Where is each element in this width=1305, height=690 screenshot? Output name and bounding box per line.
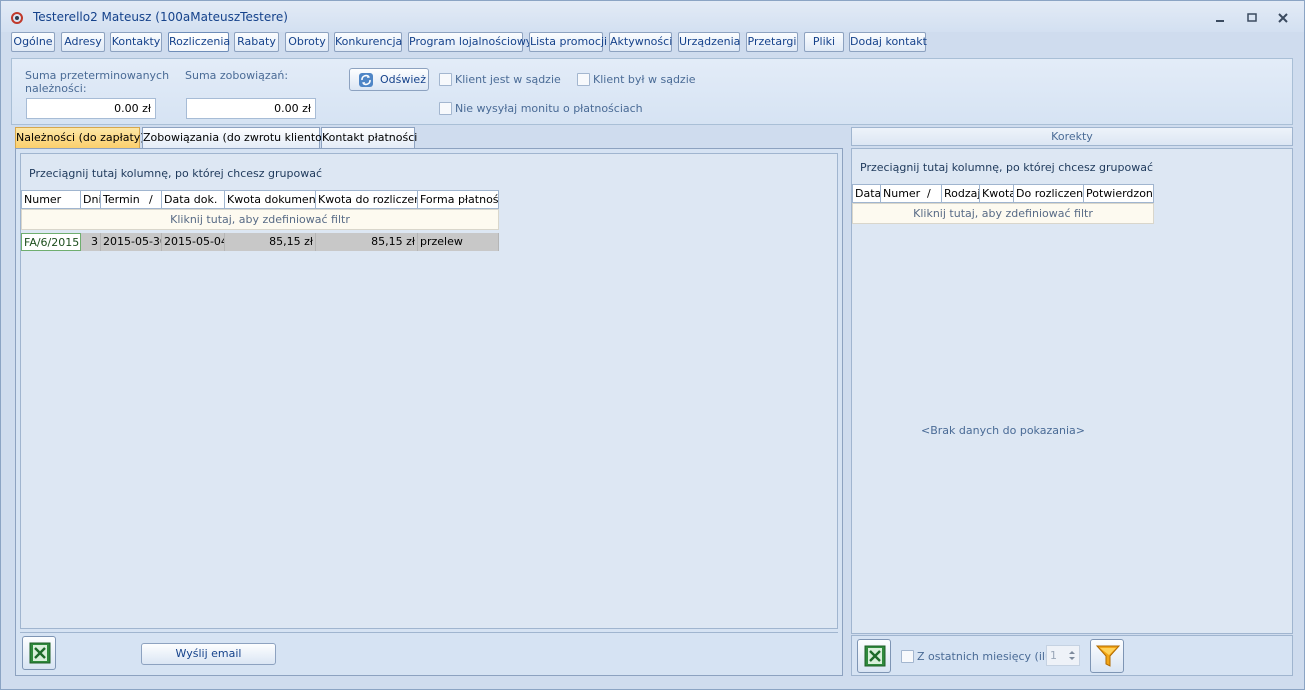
overdue-label-line1: Suma przeterminowanych: [25, 69, 170, 82]
cell-kwota-do-rozliczenia[interactable]: 85,15 zł: [316, 233, 418, 251]
corrections-panel: Korekty Przeciągnij tutaj kolumnę, po kt…: [851, 127, 1293, 676]
receivables-grid-frame: Przeciągnij tutaj kolumnę, po której chc…: [15, 148, 843, 676]
col-kwota[interactable]: Kwota: [979, 184, 1014, 203]
tab-program-lojalnosciowy[interactable]: Program lojalnościowy: [408, 32, 532, 52]
cell-numer[interactable]: FA/6/2015: [21, 233, 81, 251]
export-excel-button[interactable]: [22, 636, 56, 670]
summary-panel: Suma przeterminowanych należności: 0.00 …: [11, 58, 1293, 125]
sort-asc-icon: /: [149, 193, 153, 206]
cell-dni[interactable]: 3: [81, 233, 101, 251]
tab-adresy[interactable]: Adresy: [61, 32, 105, 52]
tab-pliki[interactable]: Pliki: [804, 32, 844, 52]
cell-data-dok[interactable]: 2015-05-04: [162, 233, 225, 251]
cell-kwota-dokumentu[interactable]: 85,15 zł: [225, 233, 316, 251]
no-reminder-label: Nie wysyłaj monitu o płatnościach: [455, 102, 643, 115]
col-kwota-dokumentu[interactable]: Kwota dokumentu: [224, 190, 316, 209]
liabilities-label: Suma zobowiązań:: [185, 69, 289, 82]
col-kwota-do-rozliczenia[interactable]: Kwota do rozliczenia: [315, 190, 418, 209]
refresh-icon: [359, 73, 373, 87]
receivables-bottom-bar: Wyślij email: [20, 632, 838, 671]
receivables-panel: Należności (do zapłaty) Zobowiązania (do…: [15, 127, 843, 676]
corrections-grid: Przeciągnij tutaj kolumnę, po której chc…: [851, 148, 1293, 634]
col-do-rozliczenia[interactable]: Do rozliczenia: [1013, 184, 1084, 203]
tab-dodaj-kontakt[interactable]: Dodaj kontakt: [849, 32, 927, 52]
was-in-court-checkbox[interactable]: [577, 73, 590, 86]
tab-konkurencja[interactable]: Konkurencja: [334, 32, 402, 52]
spinner-arrows-icon[interactable]: [1068, 649, 1076, 662]
col-forma-platnosci[interactable]: Forma płatności: [417, 190, 499, 209]
sort-asc-icon: /: [927, 187, 931, 200]
excel-icon: [864, 645, 886, 667]
no-reminder-checkbox[interactable]: [439, 102, 452, 115]
col-numer-korekty-label: Numer: [883, 187, 921, 200]
group-by-hint[interactable]: Przeciągnij tutaj kolumnę, po której chc…: [29, 167, 322, 180]
tab-rozliczenia[interactable]: Rozliczenia: [168, 32, 230, 52]
tab-obroty[interactable]: Obroty: [285, 32, 329, 52]
empty-data-message: <Brak danych do pokazania>: [921, 424, 1085, 437]
col-dni[interactable]: Dni: [80, 190, 101, 209]
col-potwierdzona[interactable]: Potwierdzona: [1083, 184, 1154, 203]
in-court-label: Klient jest w sądzie: [455, 73, 561, 86]
excel-icon: [29, 642, 51, 664]
receivables-grid: Przeciągnij tutaj kolumnę, po której chc…: [20, 153, 838, 629]
overdue-label-line2: należności:: [25, 82, 87, 95]
col-data[interactable]: Data: [852, 184, 881, 203]
months-value: 1: [1050, 649, 1057, 662]
col-termin-label: Termin: [103, 193, 140, 206]
months-spinner[interactable]: 1: [1046, 645, 1080, 666]
tab-lista-promocji[interactable]: Lista promocji: [529, 32, 607, 52]
tab-kontakty[interactable]: Kontakty: [110, 32, 162, 52]
last-months-label: Z ostatnich miesięcy (ilu): [917, 650, 1057, 663]
cell-forma-platnosci[interactable]: przelew: [418, 233, 499, 251]
tab-urzadzenia[interactable]: Urządzenia: [678, 32, 740, 52]
overdue-value: 0.00 zł: [26, 98, 156, 119]
close-icon[interactable]: [1276, 11, 1290, 25]
export-excel-button-corrections[interactable]: [857, 639, 891, 673]
tab-ogolne[interactable]: Ogólne: [11, 32, 55, 52]
corrections-group-by-hint[interactable]: Przeciągnij tutaj kolumnę, po której chc…: [860, 161, 1153, 174]
corrections-title: Korekty: [851, 127, 1293, 146]
refresh-button[interactable]: Odśwież: [349, 68, 429, 91]
col-numer-korekty[interactable]: Numer /: [880, 184, 942, 203]
col-rodzaj[interactable]: Rodzaj: [941, 184, 980, 203]
corrections-filter-row[interactable]: Kliknij tutaj, aby zdefiniować filtr: [852, 203, 1154, 224]
tab-rabaty[interactable]: Rabaty: [234, 32, 279, 52]
col-data-dok[interactable]: Data dok.: [161, 190, 225, 209]
main-window: Testerello2 Mateusz (100aMateuszTestere)…: [0, 0, 1305, 690]
funnel-icon: [1095, 645, 1121, 667]
refresh-label: Odśwież: [380, 73, 426, 86]
tab-naleznosci[interactable]: Należności (do zapłaty): [15, 127, 145, 148]
col-termin[interactable]: Termin /: [100, 190, 162, 209]
col-numer[interactable]: Numer: [21, 190, 81, 209]
maximize-icon[interactable]: [1245, 11, 1259, 25]
liabilities-value: 0.00 zł: [186, 98, 316, 119]
send-email-button[interactable]: Wyślij email: [141, 643, 276, 665]
last-months-checkbox[interactable]: [901, 650, 914, 663]
window-title: Testerello2 Mateusz (100aMateuszTestere): [33, 10, 288, 24]
corrections-bottom-bar: Z ostatnich miesięcy (ilu) 1: [851, 635, 1293, 676]
cell-termin[interactable]: 2015-05-30: [101, 233, 162, 251]
tab-aktywnosci[interactable]: Aktywności: [609, 32, 672, 52]
app-icon: [11, 12, 23, 24]
title-bar: Testerello2 Mateusz (100aMateuszTestere): [1, 1, 1304, 32]
in-court-checkbox[interactable]: [439, 73, 452, 86]
was-in-court-label: Klient był w sądzie: [593, 73, 696, 86]
tab-zobowiazania[interactable]: Zobowiązania (do zwrotu klientowi): [142, 127, 338, 148]
tab-przetargi[interactable]: Przetargi: [746, 32, 798, 52]
tab-kontakt-platnosci[interactable]: Kontakt płatności: [321, 127, 417, 148]
minimize-icon[interactable]: [1213, 11, 1227, 25]
filter-button[interactable]: [1090, 639, 1124, 673]
filter-row[interactable]: Kliknij tutaj, aby zdefiniować filtr: [21, 209, 499, 230]
